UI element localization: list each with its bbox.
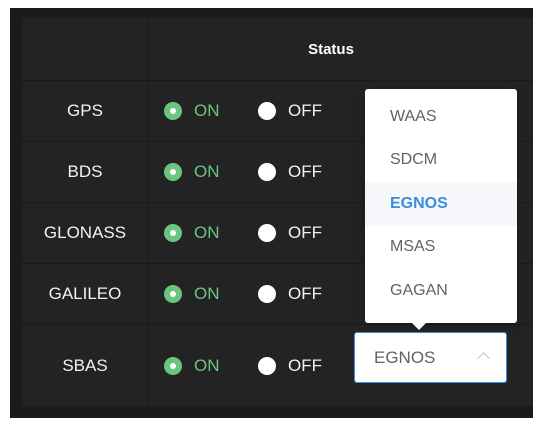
row-label: SBAS [22, 325, 149, 406]
status-column-header: Status [149, 18, 533, 80]
dropdown-option-gagan[interactable]: GAGAN [365, 269, 517, 313]
radio-checked-icon [164, 224, 182, 242]
dropdown-option-waas[interactable]: WAAS [365, 95, 517, 139]
glonass-on-radio[interactable]: ON [164, 203, 220, 263]
radio-off-label: OFF [288, 162, 322, 181]
radio-unchecked-icon [258, 224, 276, 242]
status-header-label: Status [308, 40, 354, 58]
radio-unchecked-icon [258, 102, 276, 120]
dropdown-option-egnos[interactable]: EGNOS [365, 182, 517, 226]
gps-off-radio[interactable]: OFF [258, 81, 322, 141]
radio-checked-icon [164, 356, 182, 375]
glonass-off-radio[interactable]: OFF [258, 203, 322, 263]
radio-checked-icon [164, 163, 182, 181]
bds-off-radio[interactable]: OFF [258, 142, 322, 202]
gps-on-radio[interactable]: ON [164, 81, 220, 141]
header-empty-cell [22, 18, 149, 80]
radio-on-label: ON [194, 162, 220, 181]
row-label: GLONASS [22, 203, 149, 263]
row-label: GALILEO [22, 264, 149, 324]
radio-on-label: ON [194, 223, 220, 242]
galileo-off-radio[interactable]: OFF [258, 264, 322, 324]
radio-checked-icon [164, 285, 182, 303]
radio-unchecked-icon [258, 356, 276, 375]
sbas-system-select[interactable]: EGNOS [354, 332, 507, 383]
row-label: GPS [22, 81, 149, 141]
chevron-up-icon [477, 352, 490, 365]
sbas-on-radio[interactable]: ON [164, 325, 220, 406]
sbas-dropdown-menu: WAAS SDCM EGNOS MSAS GAGAN [365, 89, 517, 330]
radio-off-label: OFF [288, 284, 322, 303]
bds-on-radio[interactable]: ON [164, 142, 220, 202]
radio-checked-icon [164, 102, 182, 120]
select-value: EGNOS [374, 347, 436, 367]
dropdown-option-sdcm[interactable]: SDCM [365, 139, 517, 183]
radio-on-label: ON [194, 355, 220, 375]
radio-on-label: ON [194, 284, 220, 303]
radio-off-label: OFF [288, 101, 322, 120]
radio-on-label: ON [194, 101, 220, 120]
radio-unchecked-icon [258, 163, 276, 181]
galileo-on-radio[interactable]: ON [164, 264, 220, 324]
row-label: BDS [22, 142, 149, 202]
radio-off-label: OFF [288, 355, 322, 375]
table-header: Status [22, 18, 533, 81]
sbas-off-radio[interactable]: OFF [258, 325, 322, 406]
radio-unchecked-icon [258, 285, 276, 303]
dropdown-option-msas[interactable]: MSAS [365, 226, 517, 270]
radio-off-label: OFF [288, 223, 322, 242]
